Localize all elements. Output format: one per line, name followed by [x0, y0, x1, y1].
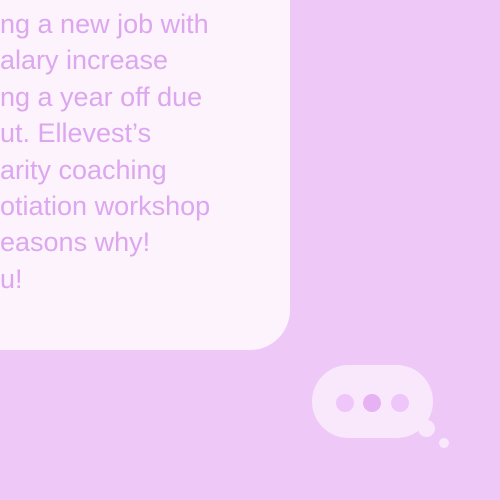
message-line: alary increase: [0, 45, 169, 76]
message-line: ut. Ellevest’s: [0, 118, 152, 149]
message-line: u!: [0, 263, 23, 294]
message-line: easons why!: [0, 227, 151, 258]
thought-tail-large: [418, 420, 435, 437]
typing-dot: [336, 394, 354, 412]
typing-dot: [363, 394, 381, 412]
message-line: ng a year off due: [0, 81, 203, 112]
typing-dots-icon: [312, 365, 433, 438]
message-line: otiation workshop: [0, 191, 211, 222]
typing-dot: [391, 394, 409, 412]
message-line: arity coaching: [0, 154, 167, 185]
thought-tail-small: [439, 438, 449, 448]
message-text: ng a new job with alary increase ng a year…: [0, 6, 285, 297]
message-line: ng a new job with: [0, 9, 209, 39]
